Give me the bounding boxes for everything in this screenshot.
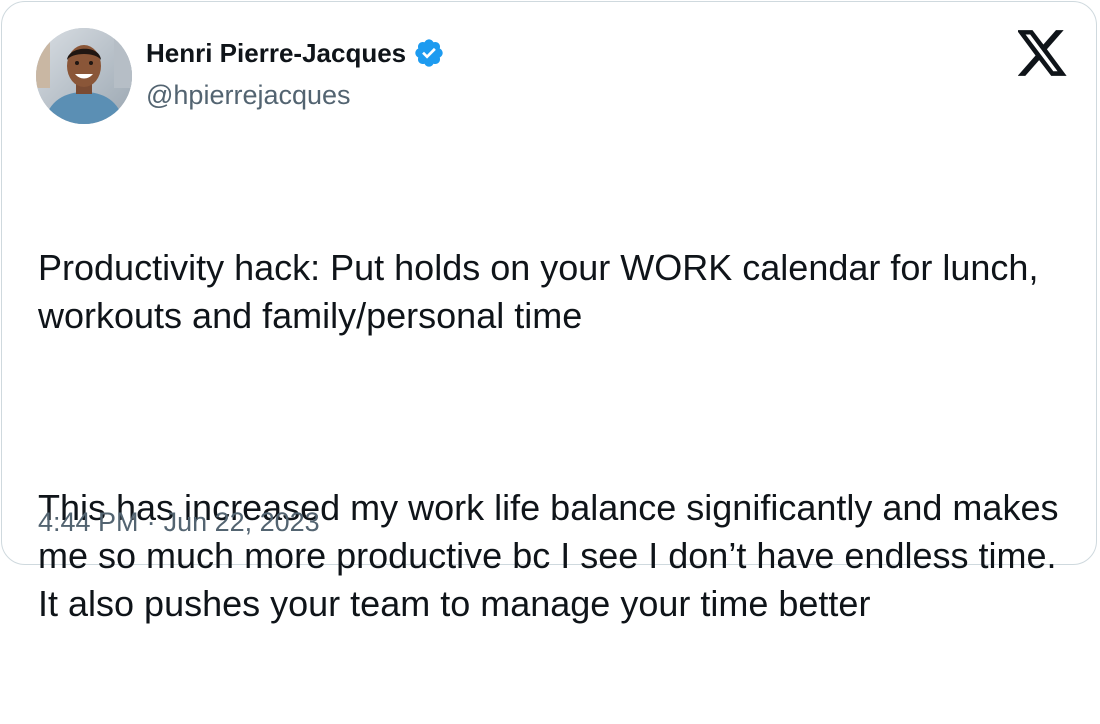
- profile-photo-icon: [36, 28, 132, 124]
- x-logo-icon[interactable]: [1016, 30, 1068, 76]
- meta-separator: ·: [146, 507, 156, 537]
- author-display-name[interactable]: Henri Pierre-Jacques: [146, 38, 406, 69]
- avatar[interactable]: [36, 28, 132, 124]
- tweet-time[interactable]: 4:44 PM: [38, 507, 139, 538]
- tweet-text: Productivity hack: Put holds on your WOR…: [38, 148, 1068, 724]
- tweet-timestamp: 4:44 PM · Jun 22, 2023: [38, 507, 320, 538]
- tweet-date[interactable]: Jun 22, 2023: [164, 507, 320, 538]
- tweet-paragraph: This has increased my work life balance …: [38, 487, 1069, 624]
- author-handle[interactable]: @hpierrejacques: [146, 80, 351, 111]
- tweet-card: Henri Pierre-Jacques @hpierrejacques Pro…: [1, 1, 1097, 624]
- verified-badge-icon[interactable]: [413, 37, 445, 69]
- tweet-paragraph: Productivity hack: Put holds on your WOR…: [38, 247, 1049, 336]
- author-name-row: Henri Pierre-Jacques: [146, 37, 445, 69]
